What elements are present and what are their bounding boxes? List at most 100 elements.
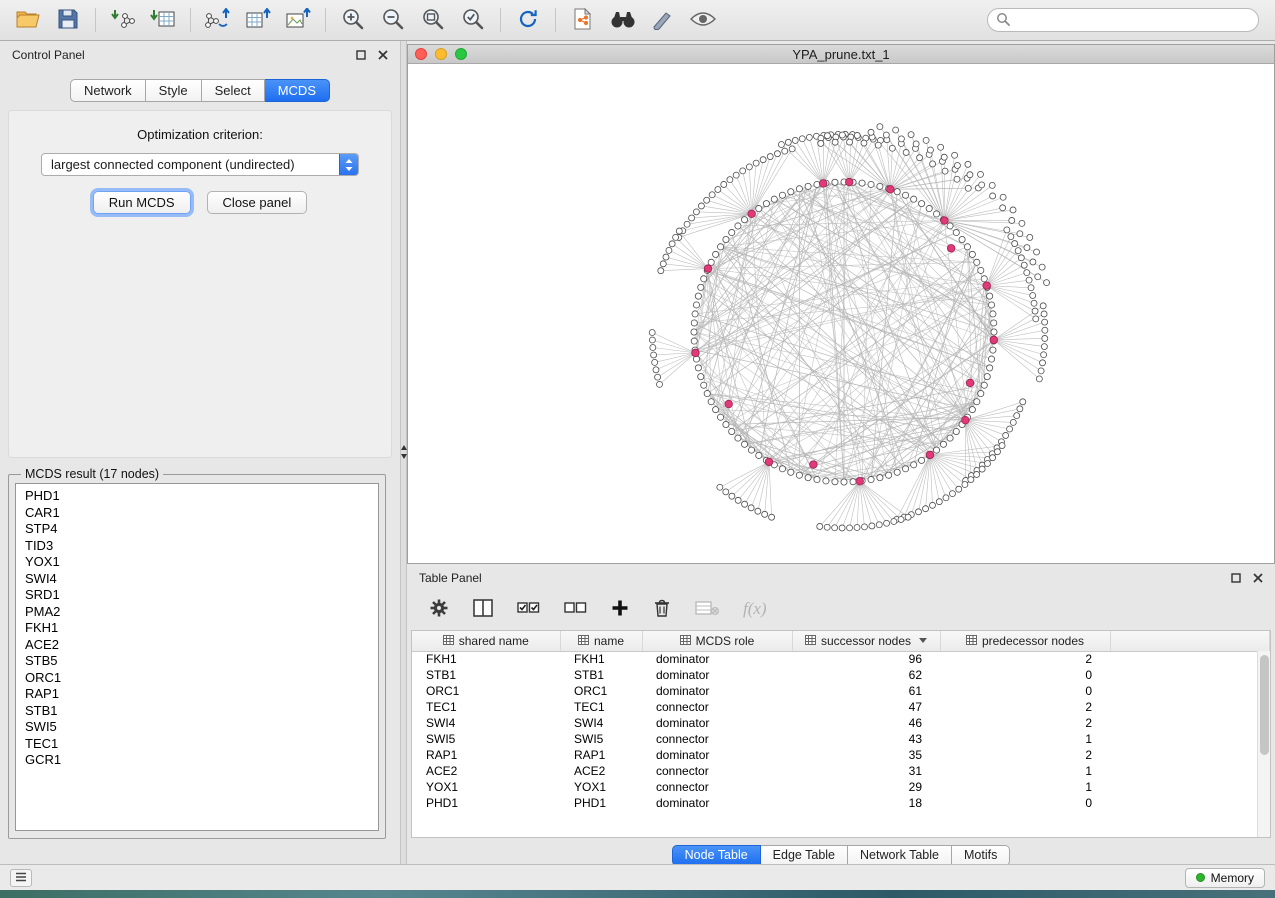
mcds-result-item[interactable]: PMA2 xyxy=(25,604,369,621)
table-cell-role[interactable]: dominator xyxy=(642,715,792,731)
mcds-result-item[interactable]: STB1 xyxy=(25,703,369,720)
close-table-panel-icon[interactable] xyxy=(1253,573,1263,583)
table-cell-predecessors[interactable]: 1 xyxy=(940,779,1110,795)
table-cell-predecessors[interactable]: 2 xyxy=(940,651,1110,667)
table-cell-role[interactable]: dominator xyxy=(642,747,792,763)
tab-network[interactable]: Network xyxy=(70,79,146,102)
table-cell-name[interactable]: FKH1 xyxy=(560,651,642,667)
export-image-button[interactable] xyxy=(280,4,316,36)
export-web-button[interactable] xyxy=(565,4,601,36)
mcds-result-item[interactable]: ORC1 xyxy=(25,670,369,687)
table-cell-successors[interactable]: 46 xyxy=(792,715,940,731)
table-scrollbar-thumb[interactable] xyxy=(1260,655,1269,755)
network-graph[interactable] xyxy=(408,64,1274,563)
table-cell-role[interactable]: connector xyxy=(642,699,792,715)
tab-style[interactable]: Style xyxy=(146,79,202,102)
table-cell-predecessors[interactable]: 2 xyxy=(940,747,1110,763)
table-cell-name[interactable]: RAP1 xyxy=(560,747,642,763)
export-network-button[interactable] xyxy=(200,4,236,36)
table-cell-shared_name[interactable]: ORC1 xyxy=(412,683,560,699)
table-cell-successors[interactable]: 96 xyxy=(792,651,940,667)
close-mcds-panel-button[interactable]: Close panel xyxy=(207,191,308,214)
export-table-button[interactable] xyxy=(240,4,276,36)
import-table-button[interactable] xyxy=(145,4,181,36)
find-button[interactable] xyxy=(605,4,641,36)
function-builder-button[interactable]: f(x) xyxy=(743,599,767,619)
delete-table-button[interactable] xyxy=(695,600,719,619)
run-mcds-button[interactable]: Run MCDS xyxy=(93,191,191,214)
table-cell-name[interactable]: PHD1 xyxy=(560,795,642,811)
table-cell-role[interactable]: dominator xyxy=(642,667,792,683)
table-cell-predecessors[interactable]: 2 xyxy=(940,715,1110,731)
tab-network-table[interactable]: Network Table xyxy=(848,845,952,866)
table-cell-role[interactable]: dominator xyxy=(642,795,792,811)
zoom-selected-button[interactable] xyxy=(455,4,491,36)
table-cell-shared_name[interactable]: FKH1 xyxy=(412,651,560,667)
table-cell-role[interactable]: dominator xyxy=(642,683,792,699)
table-row[interactable]: ORC1ORC1dominator610 xyxy=(412,683,1270,699)
style-button[interactable] xyxy=(645,4,681,36)
table-cell-shared_name[interactable]: RAP1 xyxy=(412,747,560,763)
zoom-out-button[interactable] xyxy=(375,4,411,36)
column-header-successor-nodes[interactable]: successor nodes xyxy=(792,631,940,651)
open-session-button[interactable] xyxy=(10,4,46,36)
table-cell-role[interactable]: connector xyxy=(642,763,792,779)
mcds-result-item[interactable]: TEC1 xyxy=(25,736,369,753)
splitter-arrows-icon[interactable] xyxy=(401,445,406,459)
table-row[interactable]: PHD1PHD1dominator180 xyxy=(412,795,1270,811)
table-cell-name[interactable]: YOX1 xyxy=(560,779,642,795)
optimization-criterion-select[interactable]: largest connected component (undirected) xyxy=(41,153,359,176)
mcds-result-item[interactable]: YOX1 xyxy=(25,554,369,571)
table-cell-predecessors[interactable]: 0 xyxy=(940,683,1110,699)
window-minimize-button[interactable] xyxy=(435,48,447,60)
close-panel-icon[interactable] xyxy=(378,50,388,60)
zoom-in-button[interactable] xyxy=(335,4,371,36)
zoom-fit-button[interactable] xyxy=(415,4,451,36)
table-cell-successors[interactable]: 43 xyxy=(792,731,940,747)
panel-splitter[interactable] xyxy=(400,41,407,864)
mcds-result-item[interactable]: SWI5 xyxy=(25,719,369,736)
table-row[interactable]: ACE2ACE2connector311 xyxy=(412,763,1270,779)
table-cell-successors[interactable]: 29 xyxy=(792,779,940,795)
table-cell-successors[interactable]: 31 xyxy=(792,763,940,779)
table-cell-successors[interactable]: 18 xyxy=(792,795,940,811)
show-details-button[interactable] xyxy=(685,4,721,36)
tab-select[interactable]: Select xyxy=(202,79,265,102)
table-row[interactable]: SWI5SWI5connector431 xyxy=(412,731,1270,747)
node-table[interactable]: shared name name MCDS role successor nod… xyxy=(412,631,1270,811)
table-cell-successors[interactable]: 47 xyxy=(792,699,940,715)
table-cell-predecessors[interactable]: 2 xyxy=(940,699,1110,715)
table-row[interactable]: RAP1RAP1dominator352 xyxy=(412,747,1270,763)
show-columns-button[interactable] xyxy=(473,599,493,620)
table-cell-shared_name[interactable]: ACE2 xyxy=(412,763,560,779)
table-cell-successors[interactable]: 62 xyxy=(792,667,940,683)
unselect-all-columns-button[interactable] xyxy=(564,599,587,620)
refresh-network-button[interactable] xyxy=(510,4,546,36)
table-cell-shared_name[interactable]: SWI4 xyxy=(412,715,560,731)
table-cell-role[interactable]: connector xyxy=(642,779,792,795)
table-cell-name[interactable]: ORC1 xyxy=(560,683,642,699)
select-all-columns-button[interactable] xyxy=(517,599,540,620)
column-header-shared-name[interactable]: shared name xyxy=(412,631,560,651)
table-cell-shared_name[interactable]: STB1 xyxy=(412,667,560,683)
table-cell-name[interactable]: SWI5 xyxy=(560,731,642,747)
table-row[interactable]: TEC1TEC1connector472 xyxy=(412,699,1270,715)
mcds-result-item[interactable]: STB5 xyxy=(25,653,369,670)
table-row[interactable]: FKH1FKH1dominator962 xyxy=(412,651,1270,667)
window-close-button[interactable] xyxy=(415,48,427,60)
table-row[interactable]: SWI4SWI4dominator462 xyxy=(412,715,1270,731)
table-cell-shared_name[interactable]: TEC1 xyxy=(412,699,560,715)
table-row[interactable]: STB1STB1dominator620 xyxy=(412,667,1270,683)
table-cell-shared_name[interactable]: YOX1 xyxy=(412,779,560,795)
float-table-panel-icon[interactable] xyxy=(1231,573,1241,583)
save-session-button[interactable] xyxy=(50,4,86,36)
mcds-result-item[interactable]: CAR1 xyxy=(25,505,369,522)
table-cell-predecessors[interactable]: 1 xyxy=(940,763,1110,779)
table-cell-shared_name[interactable]: SWI5 xyxy=(412,731,560,747)
table-cell-name[interactable]: ACE2 xyxy=(560,763,642,779)
column-header-mcds-role[interactable]: MCDS role xyxy=(642,631,792,651)
table-cell-predecessors[interactable]: 1 xyxy=(940,731,1110,747)
table-cell-name[interactable]: SWI4 xyxy=(560,715,642,731)
mcds-result-item[interactable]: PHD1 xyxy=(25,488,369,505)
mcds-result-item[interactable]: TID3 xyxy=(25,538,369,555)
